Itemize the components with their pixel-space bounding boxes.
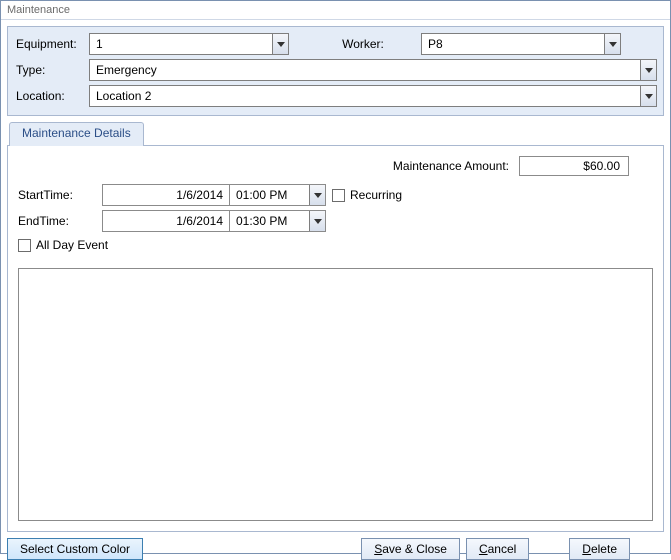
type-label: Type: bbox=[14, 63, 89, 77]
window-title: Maintenance bbox=[1, 1, 670, 20]
equipment-dropdown[interactable]: 1 bbox=[89, 33, 289, 55]
select-custom-color-button[interactable]: Select Custom Color bbox=[7, 538, 143, 560]
chevron-down-icon[interactable] bbox=[604, 34, 620, 54]
location-value: Location 2 bbox=[96, 89, 151, 103]
end-time-dropdown[interactable]: 01:30 PM bbox=[230, 210, 326, 232]
details-panel: Maintenance Amount: $60.00 StartTime: 1/… bbox=[7, 146, 664, 532]
start-date-input[interactable]: 1/6/2014 bbox=[102, 184, 230, 206]
end-time-value: 01:30 PM bbox=[236, 214, 287, 228]
worker-label: Worker: bbox=[329, 37, 397, 51]
recurring-checkbox-row[interactable]: Recurring bbox=[332, 188, 402, 202]
cancel-button[interactable]: Cancel bbox=[466, 538, 529, 560]
start-time-value: 01:00 PM bbox=[236, 188, 287, 202]
recurring-checkbox[interactable] bbox=[332, 189, 345, 202]
notes-textarea[interactable] bbox=[18, 268, 653, 521]
location-dropdown[interactable]: Location 2 bbox=[89, 85, 657, 107]
chevron-down-icon[interactable] bbox=[309, 211, 325, 231]
allday-checkbox-row[interactable]: All Day Event bbox=[18, 238, 653, 252]
allday-checkbox[interactable] bbox=[18, 239, 31, 252]
start-time-dropdown[interactable]: 01:00 PM bbox=[230, 184, 326, 206]
allday-label: All Day Event bbox=[36, 238, 108, 252]
equipment-value: 1 bbox=[96, 37, 103, 51]
amount-label: Maintenance Amount: bbox=[393, 159, 509, 173]
save-close-button[interactable]: Save & Close bbox=[361, 538, 460, 560]
recurring-label: Recurring bbox=[350, 188, 402, 202]
location-label: Location: bbox=[14, 89, 89, 103]
chevron-down-icon[interactable] bbox=[309, 185, 325, 205]
chevron-down-icon[interactable] bbox=[640, 86, 656, 106]
type-value: Emergency bbox=[96, 63, 157, 77]
chevron-down-icon[interactable] bbox=[640, 60, 656, 80]
starttime-label: StartTime: bbox=[18, 188, 102, 202]
delete-button[interactable]: Delete bbox=[569, 538, 630, 560]
endtime-label: EndTime: bbox=[18, 214, 102, 228]
type-dropdown[interactable]: Emergency bbox=[89, 59, 657, 81]
worker-value: P8 bbox=[428, 37, 443, 51]
chevron-down-icon[interactable] bbox=[272, 34, 288, 54]
tab-maintenance-details[interactable]: Maintenance Details bbox=[9, 122, 144, 146]
amount-input[interactable]: $60.00 bbox=[519, 156, 629, 176]
end-date-input[interactable]: 1/6/2014 bbox=[102, 210, 230, 232]
worker-dropdown[interactable]: P8 bbox=[421, 33, 621, 55]
header-panel: Equipment: 1 Worker: P8 Type: Emergency … bbox=[7, 26, 664, 116]
equipment-label: Equipment: bbox=[14, 37, 89, 51]
footer-toolbar: Select Custom Color Save & Close Cancel … bbox=[7, 538, 664, 560]
tab-strip: Maintenance Details bbox=[7, 122, 664, 146]
